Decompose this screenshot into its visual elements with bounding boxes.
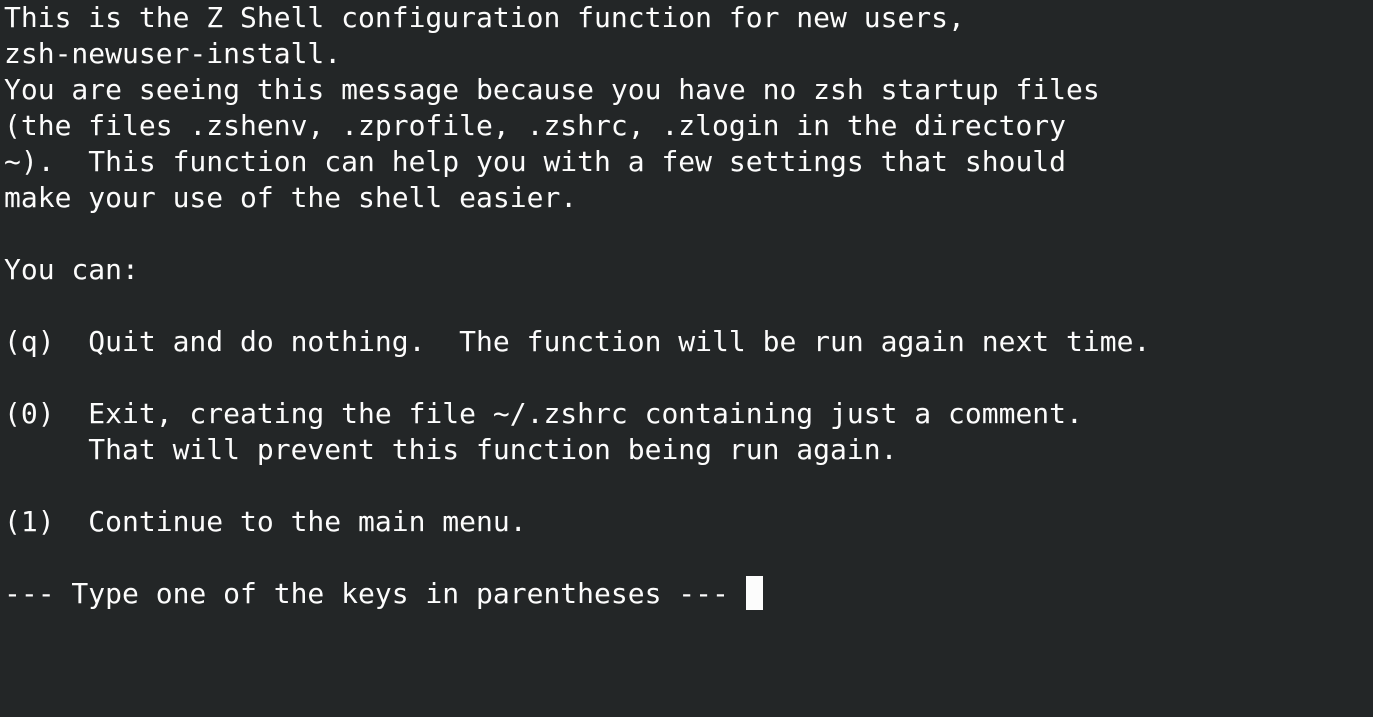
terminal-output[interactable]: This is the Z Shell configuration functi… [0,0,1373,612]
prompt-text: --- Type one of the keys in parentheses … [4,577,746,610]
option-q: (q) Quit and do nothing. The function wi… [4,325,1151,358]
text-cursor [745,576,763,610]
option-1: (1) Continue to the main menu. [4,505,527,538]
terminal-line: You are seeing this message because you … [4,73,1100,106]
option-0-detail: That will prevent this function being ru… [4,433,898,466]
terminal-line: make your use of the shell easier. [4,181,578,214]
terminal-line: This is the Z Shell configuration functi… [4,1,965,34]
prompt-line[interactable]: --- Type one of the keys in parentheses … [4,576,1373,612]
terminal-line: ~). This function can help you with a fe… [4,145,1067,178]
terminal-line: zsh-newuser-install. [4,37,342,70]
option-0: (0) Exit, creating the file ~/.zshrc con… [4,397,1083,430]
terminal-line: (the files .zshenv, .zprofile, .zshrc, .… [4,109,1067,142]
terminal-line: You can: [4,253,139,286]
